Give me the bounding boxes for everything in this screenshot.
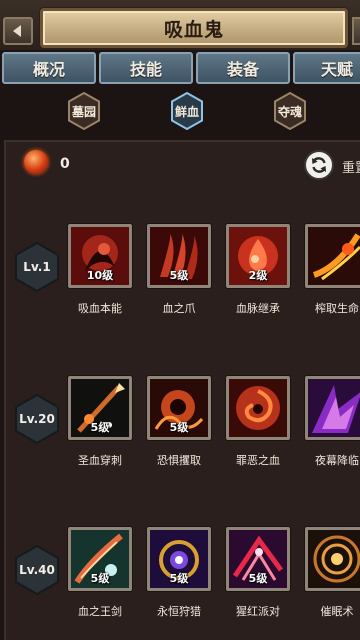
- skill-name: 血之爪: [162, 302, 196, 315]
- sub-tabs: 墓园 鲜血 夺魂: [0, 88, 360, 136]
- drain-life-icon: [308, 227, 360, 285]
- reset-button[interactable]: [304, 150, 334, 180]
- tab-talent[interactable]: 天赋: [293, 52, 360, 84]
- skill-icon-frame: [305, 224, 360, 288]
- skill-level-badge: 5级: [169, 421, 189, 434]
- hypnosis-icon: [308, 530, 360, 588]
- back-button[interactable]: [3, 17, 33, 45]
- refresh-icon: [312, 157, 326, 173]
- subtab-graveyard[interactable]: 墓园: [67, 92, 101, 130]
- skill-name: 猩红派对: [236, 605, 280, 618]
- skill-icon-frame: 5级: [68, 376, 132, 440]
- tab-equipment[interactable]: 装备: [196, 52, 290, 84]
- skill-name: 夜幕降临: [315, 454, 359, 467]
- header-right-button[interactable]: [352, 17, 360, 45]
- skill-level-badge: 5级: [169, 269, 189, 282]
- skill-level-badge: 2级: [248, 269, 268, 282]
- skill-icon-frame: [226, 376, 290, 440]
- skill-level-badge: 5级: [90, 421, 110, 434]
- skill-icon-frame: [305, 527, 360, 591]
- vortex-icon: [229, 379, 287, 437]
- skill-name: 圣血穿刺: [78, 454, 122, 467]
- skill-name: 罪恶之血: [236, 454, 280, 467]
- skill-icon-frame: 5级: [147, 224, 211, 288]
- subtab-blood[interactable]: 鲜血: [170, 92, 204, 130]
- level-badge: Lv.1: [14, 242, 60, 292]
- main-tabs: 概况 技能 装备 天赋: [0, 50, 360, 86]
- skill-name: 恐惧攫取: [157, 454, 201, 467]
- subtab-label: 墓园: [71, 104, 96, 119]
- skill-name: 血脉继承: [236, 302, 280, 315]
- subtab-label: 鲜血: [174, 104, 199, 119]
- subtab-label: 夺魂: [277, 104, 302, 119]
- reset-label: 重置: [342, 161, 360, 176]
- tab-skills[interactable]: 技能: [99, 52, 193, 84]
- skill-name: 榨取生命: [315, 302, 359, 315]
- skill-icon-frame: 5级: [226, 527, 290, 591]
- back-arrow-icon: [13, 25, 21, 37]
- level-label: Lv.40: [19, 563, 55, 577]
- tab-overview[interactable]: 概况: [2, 52, 96, 84]
- skill-icon-frame: 5级: [68, 527, 132, 591]
- page-title: 吸血鬼: [163, 18, 224, 41]
- subtab-soul-reap[interactable]: 夺魂: [273, 92, 307, 130]
- skill-name: 血之王剑: [78, 605, 122, 618]
- skill-icon-frame: 10级: [68, 224, 132, 288]
- skill-name: 永恒狩猎: [157, 605, 201, 618]
- skill-level-badge: 5级: [248, 572, 268, 585]
- nightfall-icon: [308, 379, 360, 437]
- skill-icon-frame: [305, 376, 360, 440]
- level-badge: Lv.20: [14, 394, 60, 444]
- title-plate: 吸血鬼: [40, 8, 348, 48]
- level-label: Lv.1: [23, 260, 51, 274]
- level-label: Lv.20: [19, 412, 55, 426]
- level-badge: Lv.40: [14, 545, 60, 595]
- skill-level-badge: 5级: [169, 572, 189, 585]
- skill-icon-frame: 5级: [147, 376, 211, 440]
- skill-name: 吸血本能: [78, 302, 122, 315]
- skill-name: 催眠术: [320, 605, 354, 618]
- skill-level-badge: 5级: [90, 572, 110, 585]
- header: 吸血鬼: [0, 0, 360, 50]
- skill-level-badge: 10级: [86, 269, 114, 282]
- skill-icon-frame: 2级: [226, 224, 290, 288]
- skill-icon-frame: 5级: [147, 527, 211, 591]
- blood-point-icon: [24, 150, 48, 174]
- skill-points-value: 0: [60, 156, 70, 172]
